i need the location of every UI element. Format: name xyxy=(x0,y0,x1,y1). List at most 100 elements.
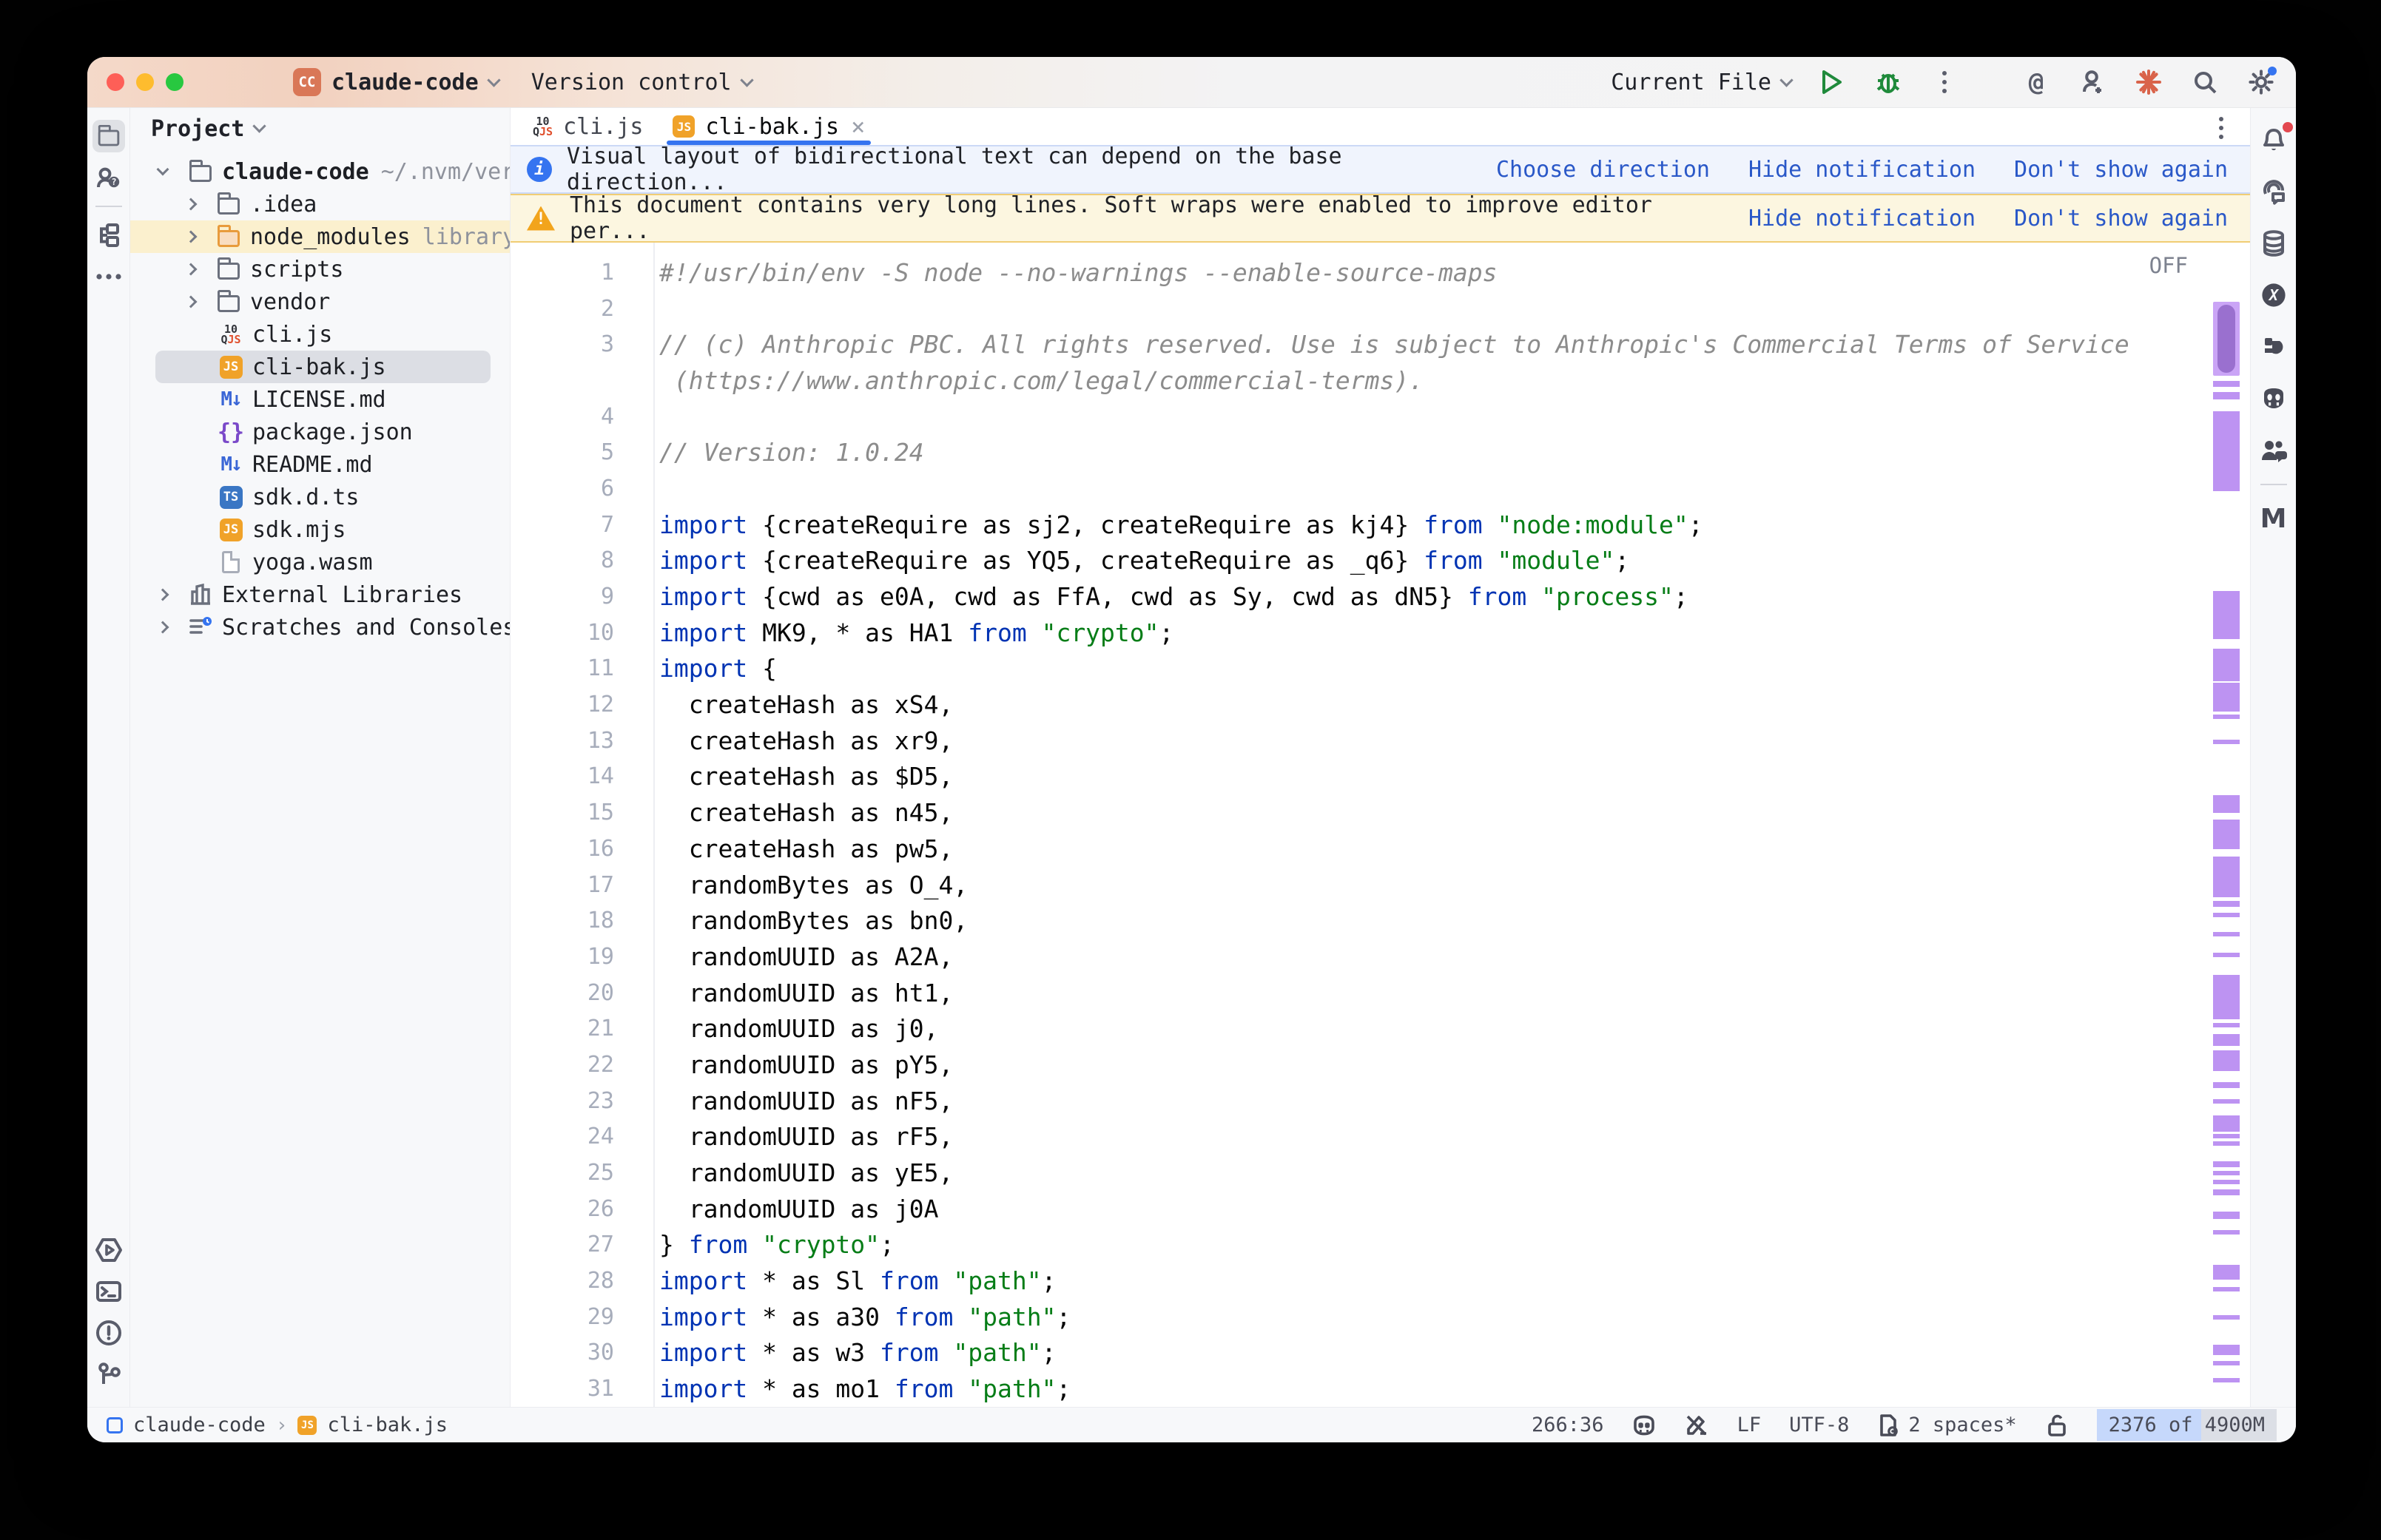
code-line[interactable]: 7import {createRequire as sj2, createReq… xyxy=(511,507,2250,543)
code-line[interactable]: 2 xyxy=(511,291,2250,327)
version-control-tool-button[interactable] xyxy=(92,1358,125,1391)
hide-notification-link[interactable]: Hide notification xyxy=(1748,206,1976,232)
code-line[interactable]: 1#!/usr/bin/env -S node --no-warnings --… xyxy=(511,254,2250,291)
code-with-me-button[interactable] xyxy=(2077,67,2108,98)
code-line[interactable]: 16 createHash as pw5, xyxy=(511,831,2250,867)
ai-assistant-tool-button[interactable] xyxy=(2257,175,2290,208)
project-widget[interactable]: claude-code xyxy=(331,70,499,95)
tree-item-cli-bak-js[interactable]: JScli-bak.js xyxy=(130,351,510,383)
code-line[interactable]: 12 createHash as xS4, xyxy=(511,686,2250,723)
tree-item-yoga-wasm[interactable]: yoga.wasm xyxy=(130,546,510,578)
memory-indicator[interactable]: 2376 of 4900M xyxy=(2097,1409,2277,1441)
code-line[interactable]: 31import * as mo1 from "path"; xyxy=(511,1371,2250,1407)
code-line[interactable]: 20 randomUUID as ht1, xyxy=(511,975,2250,1011)
code-line[interactable]: 9import {cwd as e0A, cwd as FfA, cwd as … xyxy=(511,578,2250,615)
tab-cli-bak-js[interactable]: JS cli-bak.js × xyxy=(658,108,880,145)
file-lock-button[interactable] xyxy=(2045,1413,2069,1438)
code-line[interactable]: 19 randomUUID as A2A, xyxy=(511,939,2250,975)
project-tool-button[interactable] xyxy=(92,120,125,152)
breadcrumb-file[interactable]: cli-bak.js xyxy=(327,1414,448,1436)
tree-item--idea[interactable]: .idea xyxy=(130,188,510,220)
claude-button[interactable] xyxy=(2133,67,2164,98)
notifications-button[interactable] xyxy=(2257,124,2290,156)
breadcrumb-project[interactable]: claude-code xyxy=(133,1414,266,1436)
code-editor[interactable]: OFF 1#!/usr/bin/env -S node --no-warning… xyxy=(511,243,2250,1407)
tree-item-package-json[interactable]: {}package.json xyxy=(130,416,510,448)
plugin-tool-button[interactable] xyxy=(2257,331,2290,363)
more-actions-button[interactable] xyxy=(1929,67,1960,98)
settings-button[interactable] xyxy=(2246,67,2277,98)
problems-tool-button[interactable] xyxy=(92,1317,125,1349)
tree-item-external-libraries[interactable]: External Libraries xyxy=(130,578,510,611)
tree-item-cli-js[interactable]: 10QJScli.js xyxy=(130,318,510,351)
dont-show-again-link[interactable]: Don't show again xyxy=(2014,206,2228,232)
markdown-tool-button[interactable]: M xyxy=(2257,502,2290,535)
tree-item-readme-md[interactable]: M↓README.md xyxy=(130,448,510,481)
services-tool-button[interactable] xyxy=(92,1234,125,1266)
code-line[interactable]: 29import * as a30 from "path"; xyxy=(511,1299,2250,1335)
cursor-position-widget[interactable]: 266:36 xyxy=(1532,1414,1604,1436)
code-line[interactable]: 18 randomBytes as bn0, xyxy=(511,902,2250,939)
run-configuration-selector[interactable]: Current File xyxy=(1611,70,1791,95)
indent-widget[interactable]: 2 spaces* xyxy=(1877,1413,2016,1438)
code-line[interactable]: 26 randomUUID as j0A xyxy=(511,1191,2250,1227)
traffic-close-button[interactable] xyxy=(107,73,124,91)
database-tool-button[interactable] xyxy=(2257,227,2290,260)
code-line[interactable]: 3// (c) Anthropic PBC. All rights reserv… xyxy=(511,326,2250,362)
tree-item-sdk-mjs[interactable]: JSsdk.mjs xyxy=(130,513,510,546)
close-tab-icon[interactable]: × xyxy=(851,112,865,141)
code-line[interactable]: 30import * as w3 from "path"; xyxy=(511,1335,2250,1371)
tree-item-sdk-d-ts[interactable]: TSsdk.d.ts xyxy=(130,481,510,513)
editor-scrollbar-stripe[interactable] xyxy=(2203,243,2250,1407)
highlighting-level-indicator[interactable]: OFF xyxy=(2149,253,2188,278)
highlighting-status-button[interactable] xyxy=(1684,1413,1709,1438)
traffic-zoom-button[interactable] xyxy=(166,73,183,91)
tree-item-node-modules[interactable]: node_moduleslibrary xyxy=(130,220,510,253)
code-line[interactable]: 15 createHash as n45, xyxy=(511,794,2250,831)
tree-item-claude-code[interactable]: claude-code~/.nvm/vers xyxy=(130,155,510,188)
tree-item-vendor[interactable]: vendor xyxy=(130,286,510,318)
dont-show-again-link[interactable]: Don't show again xyxy=(2014,157,2228,183)
code-line[interactable]: 4 xyxy=(511,399,2250,435)
code-line[interactable]: 28import * as Sl from "path"; xyxy=(511,1263,2250,1299)
tool-window-header[interactable]: Project xyxy=(130,108,510,149)
code-line[interactable]: 10import MK9, * as HA1 from "crypto"; xyxy=(511,615,2250,651)
code-line[interactable]: 23 randomUUID as nF5, xyxy=(511,1083,2250,1119)
choose-direction-link[interactable]: Choose direction xyxy=(1496,157,1710,183)
code-line[interactable]: (https://www.anthropic.com/legal/commerc… xyxy=(511,362,2250,399)
code-line[interactable]: 13 createHash as xr9, xyxy=(511,723,2250,759)
tab-cli-js[interactable]: 10QJS cli.js xyxy=(518,108,658,145)
code-line[interactable]: 27} from "crypto"; xyxy=(511,1227,2250,1263)
tree-item-license-md[interactable]: M↓LICENSE.md xyxy=(130,383,510,416)
traffic-minimize-button[interactable] xyxy=(136,73,154,91)
code-line[interactable]: 8import {createRequire as YQ5, createReq… xyxy=(511,543,2250,579)
code-with-me-tool-button[interactable] xyxy=(2257,434,2290,467)
terminal-tool-button[interactable] xyxy=(92,1275,125,1308)
encoding-widget[interactable]: UTF-8 xyxy=(1789,1414,1849,1436)
tree-item-scratches-and-consoles[interactable]: Scratches and Consoles xyxy=(130,611,510,644)
vcs-widget[interactable]: Version control xyxy=(531,70,752,95)
code-line[interactable]: 14 createHash as $D5, xyxy=(511,759,2250,795)
hide-notification-link[interactable]: Hide notification xyxy=(1748,157,1976,183)
run-button[interactable] xyxy=(1816,67,1848,98)
tree-item-scripts[interactable]: scripts xyxy=(130,253,510,286)
debug-button[interactable] xyxy=(1873,67,1904,98)
ai-assistant-button[interactable]: @ xyxy=(2021,67,2052,98)
code-line[interactable]: 22 randomUUID as pY5, xyxy=(511,1047,2250,1083)
code-line[interactable]: 6 xyxy=(511,470,2250,507)
code-line[interactable]: 17 randomBytes as O_4, xyxy=(511,867,2250,903)
code-line[interactable]: 11import { xyxy=(511,651,2250,687)
line-separator-widget[interactable]: LF xyxy=(1737,1414,1762,1436)
copilot-chat-tool-button[interactable] xyxy=(2257,382,2290,415)
scrollbar-thumb[interactable] xyxy=(2217,305,2235,373)
structure-tool-button[interactable] xyxy=(92,219,125,251)
code-line[interactable]: 21 randomUUID as j0, xyxy=(511,1010,2250,1047)
code-line[interactable]: 5// Version: 1.0.24 xyxy=(511,434,2250,470)
tab-options-button[interactable] xyxy=(2219,115,2223,141)
copilot-status-button[interactable] xyxy=(1632,1414,1656,1437)
more-tool-windows-button[interactable] xyxy=(92,260,125,293)
code-line[interactable]: 25 randomUUID as yE5, xyxy=(511,1155,2250,1191)
code-line[interactable]: 24 randomUUID as rF5, xyxy=(511,1119,2250,1155)
pull-requests-tool-button[interactable]: ? xyxy=(92,161,125,194)
x-plugin-tool-button[interactable]: X xyxy=(2257,279,2290,311)
